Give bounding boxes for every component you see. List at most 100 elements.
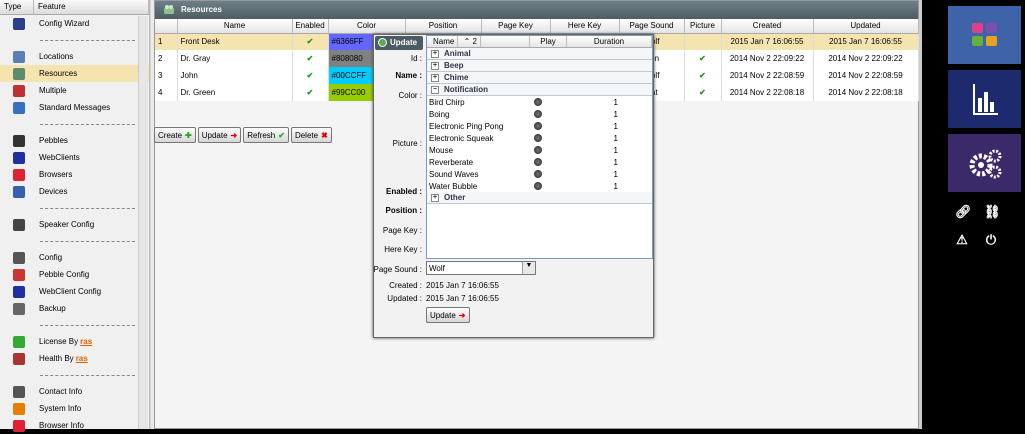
sound-category[interactable]: + Other bbox=[427, 192, 652, 204]
create-button[interactable]: Create ✚ bbox=[154, 127, 196, 143]
delete-button[interactable]: Delete ✖ bbox=[290, 127, 332, 143]
expand-icon[interactable]: + bbox=[431, 49, 439, 58]
column-header[interactable] bbox=[155, 19, 178, 34]
sidebar-item[interactable]: Speaker Config bbox=[0, 216, 149, 233]
sidebar-item[interactable]: Config Wizard bbox=[0, 15, 149, 32]
pebble-config-icon bbox=[13, 268, 25, 281]
picture-cell: ✔ bbox=[684, 67, 722, 84]
expand-icon[interactable]: + bbox=[431, 61, 439, 70]
feature-column-header[interactable]: Feature bbox=[34, 0, 149, 14]
duration-column[interactable]: Duration bbox=[567, 36, 652, 47]
collapse-icon[interactable]: − bbox=[431, 85, 439, 94]
sound-row[interactable]: Reverberate 1 bbox=[427, 156, 652, 168]
sound-category[interactable]: + Chime bbox=[427, 72, 652, 84]
play-icon[interactable] bbox=[534, 110, 542, 118]
play-icon[interactable] bbox=[534, 98, 542, 106]
column-header[interactable]: Picture bbox=[684, 19, 722, 34]
sidebar-item[interactable]: Contact Info bbox=[0, 383, 149, 400]
id-label: Id : bbox=[410, 54, 422, 63]
sidebar-item[interactable]: Backup bbox=[0, 300, 149, 317]
sidebar-item-label: Resources bbox=[39, 69, 78, 78]
dialog-update-button[interactable]: Update ➜ bbox=[426, 307, 470, 323]
column-header[interactable]: Position bbox=[405, 19, 482, 34]
arrow-right-icon: ➜ bbox=[458, 310, 466, 320]
reports-tile[interactable] bbox=[948, 70, 1021, 128]
sidebar-item[interactable]: Locations bbox=[0, 48, 149, 65]
created-label: Created : bbox=[389, 281, 422, 290]
resources-icon bbox=[13, 67, 25, 80]
sidebar-header: Type Feature bbox=[0, 0, 149, 15]
update-button[interactable]: Update ➜ bbox=[197, 127, 242, 143]
sidebar-item[interactable]: Standard Messages bbox=[0, 99, 149, 116]
column-header[interactable]: Page Sound bbox=[619, 19, 685, 34]
speaker-icon bbox=[13, 218, 25, 231]
play-icon[interactable] bbox=[534, 182, 542, 190]
play-icon[interactable] bbox=[534, 158, 542, 166]
sidebar-item[interactable]: Devices bbox=[0, 183, 149, 200]
ras-link[interactable]: ras bbox=[80, 337, 92, 346]
sound-category[interactable]: + Animal bbox=[427, 48, 652, 60]
main-scrollbar[interactable] bbox=[919, 0, 922, 429]
warning-icon[interactable]: ⚠︎ bbox=[955, 233, 969, 247]
link-icon[interactable]: 🔗︎ bbox=[955, 205, 972, 219]
column-header[interactable]: Color bbox=[328, 19, 406, 34]
sidebar-item-label: Config bbox=[39, 253, 63, 262]
play-column[interactable]: Play bbox=[530, 36, 567, 47]
column-header[interactable]: Here Key bbox=[550, 19, 620, 34]
sound-name-column[interactable]: Name ⌃ 2 bbox=[427, 36, 530, 47]
sidebar-item-label: WebClients bbox=[39, 153, 80, 162]
dialog-update-label: Update bbox=[430, 310, 456, 320]
sidebar-item[interactable]: WebClients bbox=[0, 149, 149, 166]
dialog-title: Update bbox=[390, 38, 418, 47]
play-icon[interactable] bbox=[534, 134, 542, 142]
play-icon[interactable] bbox=[534, 122, 542, 130]
sound-row[interactable]: Mouse 1 bbox=[427, 144, 652, 156]
arrow-right-icon: ➜ bbox=[230, 130, 238, 140]
sound-row[interactable]: Water Bubble 1 bbox=[427, 180, 652, 192]
sound-row[interactable]: Boing 1 bbox=[427, 108, 652, 120]
column-header[interactable]: Updated bbox=[813, 19, 919, 34]
power-icon[interactable]: ⏻ bbox=[984, 233, 998, 247]
dialog-title-tab: Update bbox=[375, 36, 423, 50]
sidebar-item[interactable]: Browsers bbox=[0, 166, 149, 183]
play-icon[interactable] bbox=[534, 146, 542, 154]
sound-row[interactable]: Electronic Squeak 1 bbox=[427, 132, 652, 144]
expand-icon[interactable]: + bbox=[431, 193, 439, 202]
here-key-label: Here Key : bbox=[384, 245, 422, 254]
sidebar-item[interactable]: Multiple bbox=[0, 82, 149, 99]
sidebar-item[interactable]: System Info bbox=[0, 400, 149, 417]
create-label: Create bbox=[158, 130, 183, 140]
expand-icon[interactable]: + bbox=[431, 73, 439, 82]
sound-category[interactable]: − Notification bbox=[427, 84, 652, 96]
column-header[interactable]: Page Key bbox=[481, 19, 551, 34]
sound-row[interactable]: Sound Waves 1 bbox=[427, 168, 652, 180]
sidebar-item[interactable]: Pebbles bbox=[0, 132, 149, 149]
column-header[interactable]: Created bbox=[721, 19, 814, 34]
play-icon[interactable] bbox=[534, 170, 542, 178]
sound-name: Reverberate bbox=[429, 157, 474, 167]
updated-cell: 2014 Nov 2 22:08:59 bbox=[813, 67, 919, 84]
column-header[interactable]: Name bbox=[177, 19, 293, 34]
chevron-down-icon[interactable]: ▼ bbox=[522, 262, 535, 274]
sound-row[interactable]: Electronic Ping Pong 1 bbox=[427, 120, 652, 132]
type-column-header[interactable]: Type bbox=[0, 0, 34, 14]
unlink-icon[interactable]: ⛓︎ bbox=[984, 205, 1001, 219]
sidebar-item[interactable]: WebClient Config bbox=[0, 283, 149, 300]
sound-category[interactable]: + Beep bbox=[427, 60, 652, 72]
settings-tile[interactable] bbox=[948, 134, 1021, 192]
refresh-button[interactable]: Refresh ✔ bbox=[243, 127, 289, 143]
sidebar-scrollbar[interactable] bbox=[138, 16, 148, 429]
resources-title-bar: Resources bbox=[155, 1, 918, 19]
sidebar-item[interactable]: License By ras bbox=[0, 333, 149, 350]
sidebar-item[interactable]: Health By ras bbox=[0, 350, 149, 367]
sidebar-item[interactable]: Browser Info bbox=[0, 417, 149, 434]
sidebar-item[interactable]: Resources bbox=[0, 65, 149, 82]
sidebar-item[interactable]: Pebble Config bbox=[0, 266, 149, 283]
column-header[interactable]: Enabled bbox=[292, 19, 329, 34]
sidebar-item[interactable]: Config bbox=[0, 249, 149, 266]
sound-row[interactable]: Bird Chirp 1 bbox=[427, 96, 652, 108]
apps-tile[interactable] bbox=[948, 6, 1021, 64]
ras-link[interactable]: ras bbox=[76, 354, 88, 363]
resource-name: John bbox=[177, 67, 293, 84]
page-sound-select[interactable]: Wolf ▼ bbox=[426, 261, 536, 275]
